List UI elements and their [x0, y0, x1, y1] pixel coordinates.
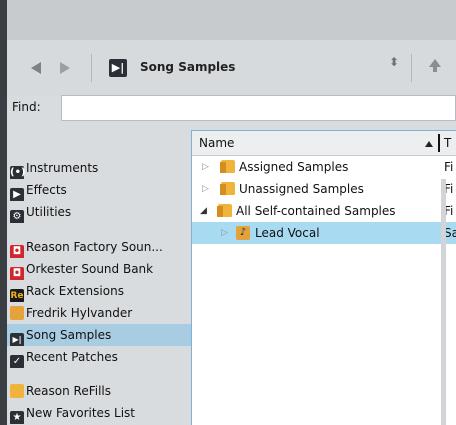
toolbar: ▶| Song Samples ⬍: [7, 40, 456, 96]
collapse-triangle-icon[interactable]: ◢: [200, 200, 207, 222]
browser-list: Name T ▷ Assigned Samples Fi ▷ Unassigne…: [191, 130, 456, 425]
folder-icon: [10, 384, 24, 398]
sort-ascending-icon: [425, 141, 433, 147]
sidebar-item-reason-refills[interactable]: Reason ReFills: [7, 380, 191, 402]
sidebar-item-label: Reason Factory Soun...: [26, 240, 163, 254]
re-icon: Re: [10, 289, 24, 302]
song-samples-icon: ▶|: [109, 59, 127, 77]
effects-icon: ▶: [10, 188, 24, 201]
list-item-label: Lead Vocal: [255, 226, 320, 240]
sidebar-item-label: Song Samples: [26, 328, 112, 342]
star-icon: ★: [10, 411, 24, 424]
find-input[interactable]: [61, 95, 456, 121]
expand-triangle-icon[interactable]: ▷: [202, 178, 209, 200]
list-item[interactable]: ◢ All Self-contained Samples Fi: [192, 200, 456, 222]
sidebar-item-instruments[interactable]: (•)Instruments: [7, 157, 191, 179]
list-item[interactable]: ▷ ♪ Lead Vocal Sa: [192, 222, 456, 244]
location-title[interactable]: Song Samples: [140, 60, 235, 74]
sidebar-item-rack-extensions[interactable]: Re Rack Extensions: [7, 280, 191, 302]
recent-icon: ✓: [10, 355, 24, 368]
column-resize-handle[interactable]: [438, 134, 440, 152]
sidebar-item-label: Utilities: [26, 205, 72, 219]
sidebar-item-utilities[interactable]: ⚙ Utilities: [7, 201, 191, 223]
sidebar: (•)Instruments ▶ Effects ⚙ Utilities ◘ Reas…: [7, 130, 191, 425]
forward-arrow-icon[interactable]: [60, 62, 70, 74]
utilities-icon: ⚙: [10, 210, 24, 223]
find-label: Find:: [12, 100, 41, 114]
sample-icon: ♪: [236, 226, 250, 240]
sidebar-item-label: New Favorites List: [26, 406, 135, 420]
up-folder-icon[interactable]: [429, 59, 441, 67]
sidebar-item-label: Orkester Sound Bank: [26, 262, 154, 276]
expand-triangle-icon[interactable]: ▷: [221, 222, 228, 244]
soundbank-icon: ◘: [10, 267, 24, 280]
sidebar-item-fredrik[interactable]: Fredrik Hylvander: [7, 302, 191, 324]
sidebar-item-effects[interactable]: ▶ Effects: [7, 179, 191, 201]
list-item[interactable]: ▷ Assigned Samples Fi: [192, 156, 456, 178]
toolbar-separator: [91, 54, 92, 82]
sidebar-item-label: Reason ReFills: [26, 384, 112, 398]
sidebar-item-reason-factory[interactable]: ◘ Reason Factory Soun...: [7, 236, 191, 258]
sidebar-item-label: Fredrik Hylvander: [26, 306, 133, 320]
folder-icon: [220, 160, 235, 173]
user-folder-icon: [10, 306, 24, 320]
sidebar-item-label: Effects: [26, 183, 67, 197]
list-item[interactable]: ▷ Unassigned Samples Fi: [192, 178, 456, 200]
sidebar-item-label: Rack Extensions: [26, 284, 124, 298]
back-arrow-icon[interactable]: [31, 62, 41, 74]
list-item-label: Unassigned Samples: [239, 182, 364, 196]
column-header[interactable]: Name T: [192, 131, 456, 156]
soundbank-icon: ◘: [10, 245, 24, 258]
window-edge: [0, 0, 7, 425]
sidebar-item-song-samples[interactable]: ▶| Song Samples: [7, 324, 191, 346]
column-type-label[interactable]: T: [444, 136, 451, 150]
column-name-label[interactable]: Name: [199, 136, 234, 150]
folder-icon: [220, 182, 235, 195]
instrument-icon: (•): [10, 166, 26, 179]
sidebar-item-recent-patches[interactable]: ✓ Recent Patches: [7, 346, 191, 368]
up-folder-icon-stem: [433, 67, 437, 72]
sidebar-item-label: Recent Patches: [26, 350, 118, 364]
sidebar-item-new-favorites[interactable]: ★ New Favorites List: [7, 402, 191, 424]
sidebar-item-label: Instruments: [26, 161, 99, 175]
folder-icon: [217, 204, 232, 217]
list-item-label: All Self-contained Samples: [236, 204, 396, 218]
toolbar-separator: [411, 54, 412, 82]
song-samples-icon: ▶|: [10, 333, 24, 346]
location-stepper-icon[interactable]: ⬍: [389, 56, 399, 68]
title-bar: [7, 0, 456, 40]
sidebar-item-orkester[interactable]: ◘ Orkester Sound Bank: [7, 258, 191, 280]
list-item-type: Fi: [444, 160, 454, 174]
scrollbar[interactable]: [441, 179, 446, 425]
list-item-label: Assigned Samples: [239, 160, 349, 174]
expand-triangle-icon[interactable]: ▷: [202, 156, 209, 178]
